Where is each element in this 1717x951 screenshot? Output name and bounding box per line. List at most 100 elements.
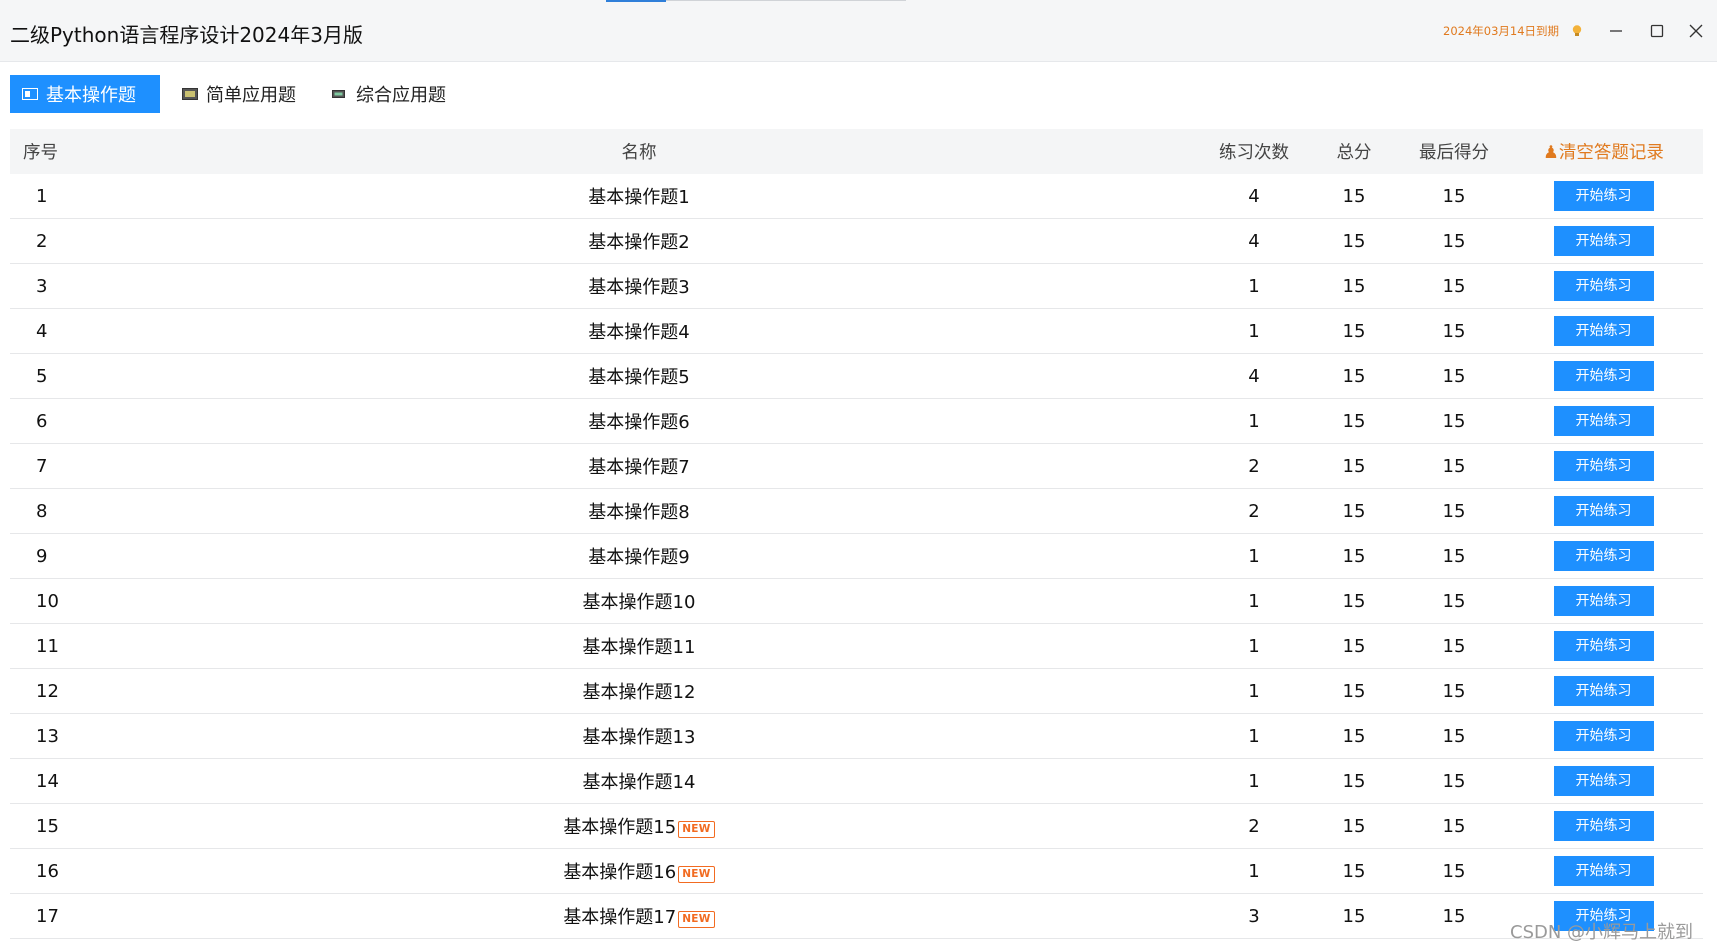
start-practice-button[interactable]: 开始练习 [1553,631,1654,661]
tab-comprehensive-application[interactable]: 综合应用题 [320,75,460,113]
row-total-score: 15 [1304,533,1404,579]
row-name-cell: 基本操作题17 NEW [74,893,1204,939]
row-practice-count: 1 [1204,308,1304,354]
row-action-cell: 开始练习 [1504,578,1703,624]
table-row: 2 基本操作题2 4 15 15 开始练习 [10,218,1703,264]
row-last-score: 15 [1404,174,1504,219]
row-action-cell: 开始练习 [1504,533,1703,579]
question-table: 序号 名称 练习次数 总分 最后得分 ♟清空答题记录 1 基本操作题1 4 15 15 开… [10,129,1703,951]
tab-label: 简单应用题 [206,85,296,106]
lightbulb-icon[interactable] [1570,24,1584,38]
clear-records-link[interactable]: ♟清空答题记录 [1543,143,1664,163]
table-header-row: 序号 名称 练习次数 总分 最后得分 ♟清空答题记录 [10,129,1703,174]
row-last-score: 15 [1404,533,1504,579]
start-practice-button[interactable]: 开始练习 [1553,181,1654,211]
table-row: 10 基本操作题10 1 15 15 开始练习 [10,578,1703,624]
row-total-score: 15 [1304,758,1404,804]
row-name: 基本操作题10 [582,592,696,613]
tab-simple-application[interactable]: 简单应用题 [170,75,310,113]
start-practice-button[interactable]: 开始练习 [1553,361,1654,391]
row-index: 16 [10,848,74,894]
start-practice-button[interactable]: 开始练习 [1553,316,1654,346]
row-practice-count: 4 [1204,353,1304,399]
maximize-icon [1650,24,1664,38]
row-name-cell: 基本操作题7 [74,443,1204,489]
row-total-score: 15 [1304,218,1404,264]
row-action-cell: 开始练习 [1504,174,1703,219]
row-action-cell: 开始练习 [1504,263,1703,309]
row-name-cell: 基本操作题11 [74,623,1204,669]
header-last-score: 最后得分 [1404,129,1504,174]
row-total-score: 15 [1304,623,1404,669]
row-last-score: 15 [1404,623,1504,669]
minimize-button[interactable] [1601,16,1631,46]
row-total-score: 15 [1304,848,1404,894]
start-practice-button[interactable]: 开始练习 [1553,766,1654,796]
app-title: 二级Python语言程序设计2024年3月版 [10,23,363,47]
tab-basic-operation[interactable]: 基本操作题 [10,75,160,113]
start-practice-button[interactable]: 开始练习 [1553,271,1654,301]
row-index: 7 [10,443,74,489]
row-action-cell: 开始练习 [1504,803,1703,849]
row-practice-count: 1 [1204,668,1304,714]
row-total-score: 15 [1304,668,1404,714]
table-row: 17 基本操作题17 NEW 3 15 15 开始练习 [10,893,1703,939]
row-last-score: 15 [1404,713,1504,759]
row-action-cell: 开始练习 [1504,218,1703,264]
row-practice-count: 4 [1204,174,1304,219]
start-practice-button[interactable]: 开始练习 [1553,496,1654,526]
table-row: 3 基本操作题3 1 15 15 开始练习 [10,263,1703,309]
table-row: 7 基本操作题7 2 15 15 开始练习 [10,443,1703,489]
maximize-button[interactable] [1642,16,1672,46]
start-practice-button[interactable]: 开始练习 [1553,406,1654,436]
row-name-cell: 基本操作题4 [74,308,1204,354]
row-last-score: 15 [1404,398,1504,444]
row-name-cell: 基本操作题14 [74,758,1204,804]
row-index: 17 [10,893,74,939]
row-index: 15 [10,803,74,849]
row-index: 6 [10,398,74,444]
row-practice-count: 2 [1204,803,1304,849]
row-index: 13 [10,713,74,759]
row-last-score: 15 [1404,218,1504,264]
row-index: 12 [10,668,74,714]
close-button[interactable] [1681,16,1711,46]
row-action-cell: 开始练习 [1504,443,1703,489]
row-name-cell: 基本操作题8 [74,488,1204,534]
row-name: 基本操作题12 [582,682,696,703]
start-practice-button[interactable]: 开始练习 [1553,721,1654,751]
start-practice-button[interactable]: 开始练习 [1553,586,1654,616]
row-name-cell: 基本操作题2 [74,218,1204,264]
row-name-cell: 基本操作题6 [74,398,1204,444]
close-icon [1689,24,1703,38]
title-accent-line [606,0,666,2]
row-name: 基本操作题11 [582,637,696,658]
table-row: 9 基本操作题9 1 15 15 开始练习 [10,533,1703,579]
row-total-score: 15 [1304,174,1404,219]
table-row: 15 基本操作题15 NEW 2 15 15 开始练习 [10,803,1703,849]
row-action-cell: 开始练习 [1504,713,1703,759]
row-action-cell: 开始练习 [1504,668,1703,714]
row-total-score: 15 [1304,443,1404,489]
row-name: 基本操作题3 [588,277,690,298]
row-last-score: 15 [1404,848,1504,894]
table-row: 5 基本操作题5 4 15 15 开始练习 [10,353,1703,399]
start-practice-button[interactable]: 开始练习 [1553,451,1654,481]
start-practice-button[interactable]: 开始练习 [1553,541,1654,571]
start-practice-button[interactable]: 开始练习 [1553,856,1654,886]
start-practice-button[interactable]: 开始练习 [1553,676,1654,706]
table-row: 6 基本操作题6 1 15 15 开始练习 [10,398,1703,444]
start-practice-button[interactable]: 开始练习 [1553,811,1654,841]
new-badge: NEW [678,866,715,883]
header-name: 名称 [74,129,1204,174]
table-row: 13 基本操作题13 1 15 15 开始练习 [10,713,1703,759]
header-index: 序号 [10,129,74,174]
row-index: 9 [10,533,74,579]
row-action-cell: 开始练习 [1504,848,1703,894]
start-practice-button[interactable]: 开始练习 [1553,226,1654,256]
new-badge: NEW [678,821,715,838]
row-name-cell: 基本操作题16 NEW [74,848,1204,894]
row-index: 8 [10,488,74,534]
row-practice-count: 1 [1204,578,1304,624]
row-practice-count: 2 [1204,443,1304,489]
